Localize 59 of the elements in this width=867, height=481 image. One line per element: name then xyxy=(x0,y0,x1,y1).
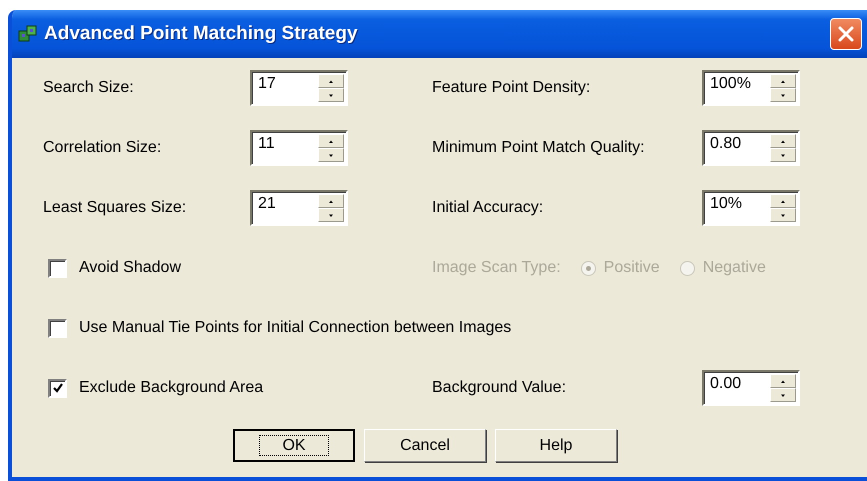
down-arrow-icon xyxy=(327,152,335,158)
checkbox[interactable] xyxy=(48,318,67,338)
down-arrow-icon xyxy=(327,92,335,98)
checkbox-label: Exclude Background Area xyxy=(79,379,264,397)
radio-label: Negative xyxy=(702,259,766,277)
spin-up-button[interactable] xyxy=(770,194,796,208)
dialog-button[interactable]: Cancel xyxy=(364,429,486,462)
spin-box[interactable]: 100% xyxy=(702,70,800,106)
dialog-button[interactable]: OK xyxy=(233,429,355,462)
down-arrow-icon xyxy=(779,92,787,98)
close-button[interactable] xyxy=(830,18,862,50)
spin-box[interactable]: 0.00 xyxy=(702,370,800,406)
spin-up-button[interactable] xyxy=(770,74,796,88)
field-label: Search Size: xyxy=(43,79,135,97)
spin-box[interactable]: 21 xyxy=(250,190,348,226)
spin-down-button[interactable] xyxy=(318,148,344,162)
up-arrow-icon xyxy=(779,138,787,144)
up-arrow-icon xyxy=(327,138,335,144)
spin-down-button[interactable] xyxy=(770,208,796,222)
checkbox[interactable] xyxy=(48,258,67,278)
up-arrow-icon xyxy=(327,78,335,84)
spin-up-button[interactable] xyxy=(318,134,344,148)
up-arrow-icon xyxy=(779,378,787,384)
spin-up-button[interactable] xyxy=(770,134,796,148)
field-label: Background Value: xyxy=(432,379,568,397)
spin-box[interactable]: 10% xyxy=(702,190,800,226)
spin-up-button[interactable] xyxy=(318,74,344,88)
spin-up-button[interactable] xyxy=(770,374,796,388)
checkbox-label: Avoid Shadow xyxy=(79,259,181,277)
spin-down-button[interactable] xyxy=(318,88,344,102)
spin-down-button[interactable] xyxy=(770,388,796,402)
checkbox[interactable] xyxy=(48,378,67,398)
down-arrow-icon xyxy=(779,392,787,398)
app-icon xyxy=(18,25,38,43)
radio-label: Positive xyxy=(604,259,660,277)
spin-down-button[interactable] xyxy=(770,88,796,102)
spin-box[interactable]: 0.80 xyxy=(702,130,800,166)
down-arrow-icon xyxy=(779,212,787,218)
spin-down-button[interactable] xyxy=(318,208,344,222)
spin-up-button[interactable] xyxy=(318,194,344,208)
field-label: Feature Point Density: xyxy=(432,79,592,97)
field-label: Minimum Point Match Quality: xyxy=(432,139,646,157)
close-icon xyxy=(837,25,855,43)
check-icon xyxy=(52,382,64,394)
field-label: Initial Accuracy: xyxy=(432,199,544,217)
up-arrow-icon xyxy=(779,198,787,204)
down-arrow-icon xyxy=(327,212,335,218)
field-label: Correlation Size: xyxy=(43,139,162,157)
down-arrow-icon xyxy=(779,152,787,158)
field-label: Least Squares Size: xyxy=(43,199,188,217)
checkbox-label: Use Manual Tie Points for Initial Connection between Images xyxy=(79,319,512,337)
window-title: Advanced Point Matching Strategy xyxy=(44,23,359,45)
up-arrow-icon xyxy=(779,78,787,84)
spin-down-button[interactable] xyxy=(770,148,796,162)
field-label: Image Scan Type: xyxy=(432,259,561,277)
spin-box[interactable]: 17 xyxy=(250,70,348,106)
up-arrow-icon xyxy=(327,198,335,204)
dialog-button[interactable]: Help xyxy=(495,429,617,462)
spin-box[interactable]: 11 xyxy=(250,130,348,166)
